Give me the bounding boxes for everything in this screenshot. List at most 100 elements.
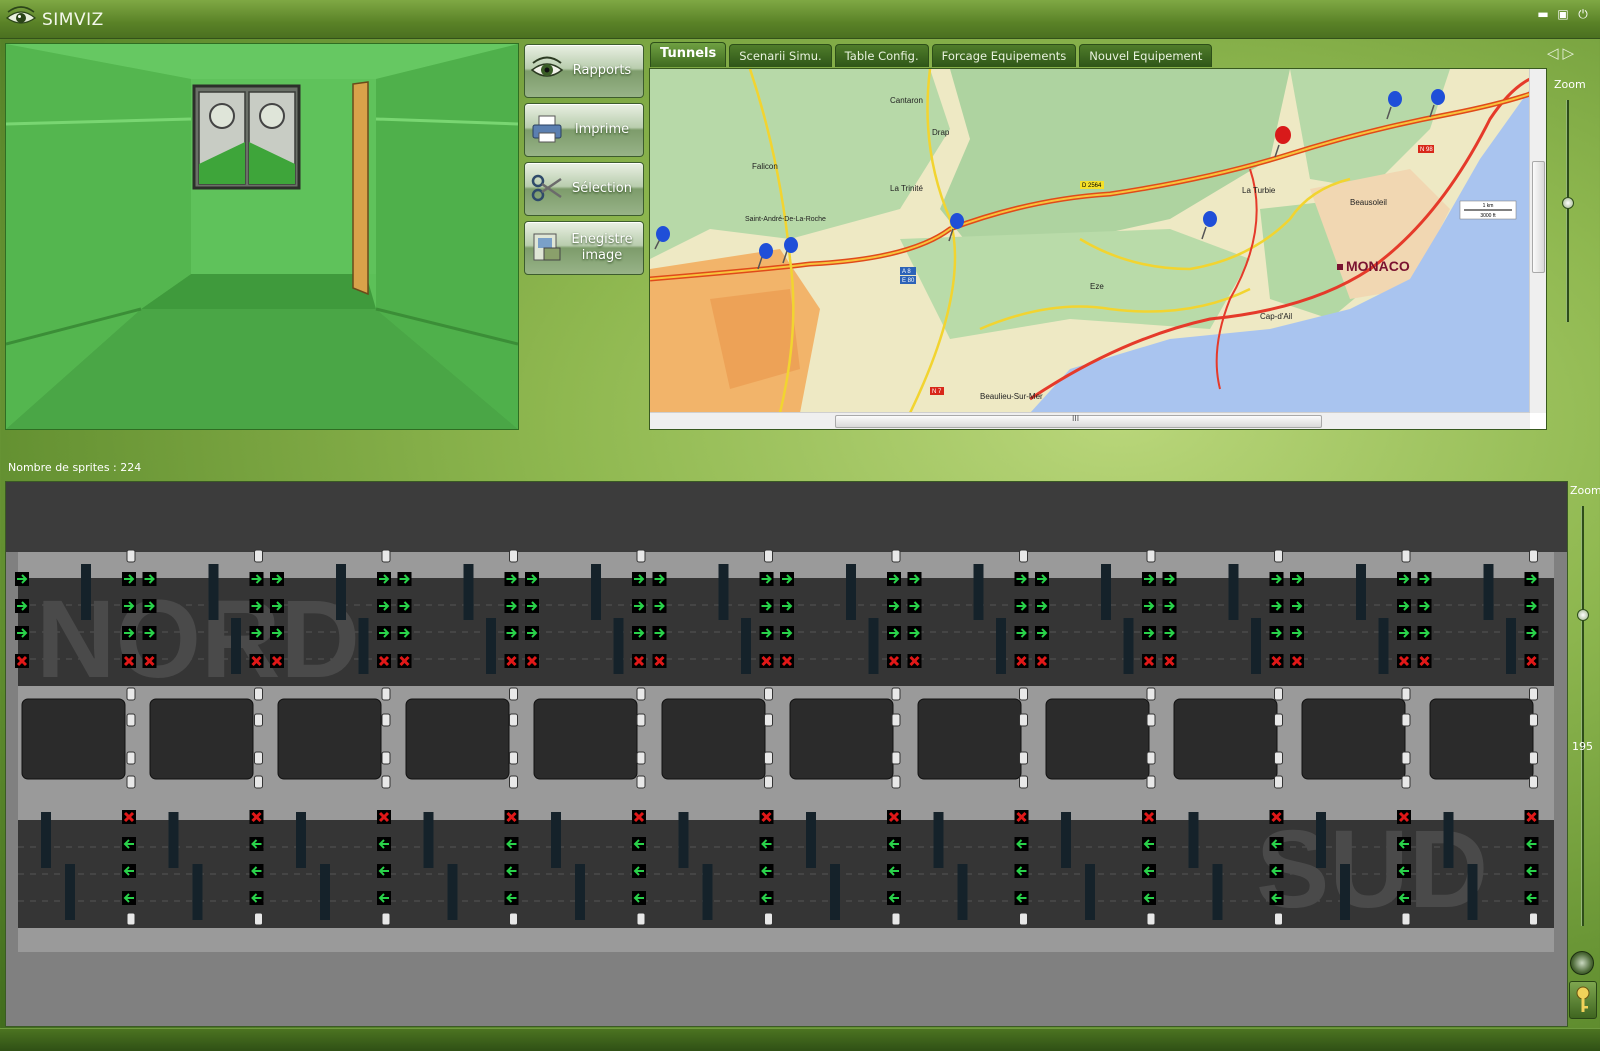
lane-open-right-signal-icon[interactable] xyxy=(759,599,774,613)
lane-open-left-signal-icon[interactable] xyxy=(1142,864,1156,878)
tab-next-icon[interactable]: ▷ xyxy=(1563,44,1579,62)
lane-open-right-signal-icon[interactable] xyxy=(525,572,539,586)
camera-sensor-icon[interactable] xyxy=(891,751,901,765)
lane-open-right-signal-icon[interactable] xyxy=(1014,626,1029,640)
lane-closed-signal-icon[interactable] xyxy=(270,654,284,668)
lane-open-right-signal-icon[interactable] xyxy=(632,626,646,640)
lane-open-left-signal-icon[interactable] xyxy=(122,837,136,851)
camera-sensor-icon[interactable] xyxy=(1274,751,1283,765)
camera-sensor-icon[interactable] xyxy=(764,687,773,701)
camera-sensor-icon[interactable] xyxy=(381,751,391,765)
camera-sensor-icon[interactable] xyxy=(126,912,136,926)
ventilation-post-icon[interactable] xyxy=(65,864,75,920)
lane-open-left-signal-icon[interactable] xyxy=(887,891,901,905)
tunnel-zoom-knob[interactable] xyxy=(1577,609,1589,621)
lane-open-right-signal-icon[interactable] xyxy=(504,626,519,640)
lane-open-left-signal-icon[interactable] xyxy=(759,837,774,851)
lane-open-left-signal-icon[interactable] xyxy=(1142,837,1156,851)
ventilation-post-icon[interactable] xyxy=(336,564,346,620)
map-vertical-scrollbar[interactable] xyxy=(1529,69,1546,413)
camera-sensor-icon[interactable] xyxy=(1146,687,1156,701)
camera-sensor-icon[interactable] xyxy=(1274,912,1283,926)
ventilation-post-icon[interactable] xyxy=(575,864,585,920)
camera-sensor-icon[interactable] xyxy=(1401,549,1411,563)
camera-sensor-icon[interactable] xyxy=(1019,751,1028,765)
lane-open-right-signal-icon[interactable] xyxy=(1290,599,1304,613)
ventilation-post-icon[interactable] xyxy=(702,864,713,920)
lane-closed-signal-icon[interactable] xyxy=(632,810,646,824)
ventilation-post-icon[interactable] xyxy=(423,812,434,868)
lane-open-left-signal-icon[interactable] xyxy=(1524,891,1539,905)
map-zoom-knob[interactable] xyxy=(1562,197,1574,209)
lane-open-left-signal-icon[interactable] xyxy=(1397,837,1411,851)
technical-room-block[interactable] xyxy=(149,698,254,780)
lane-open-right-signal-icon[interactable] xyxy=(397,572,412,586)
ventilation-post-icon[interactable] xyxy=(1228,564,1239,620)
lane-closed-signal-icon[interactable] xyxy=(15,654,29,668)
lane-open-right-signal-icon[interactable] xyxy=(270,572,284,586)
lane-open-right-signal-icon[interactable] xyxy=(15,572,29,586)
lane-closed-signal-icon[interactable] xyxy=(249,810,264,824)
lane-open-left-signal-icon[interactable] xyxy=(632,891,646,905)
lane-open-right-signal-icon[interactable] xyxy=(142,626,157,640)
lane-open-right-signal-icon[interactable] xyxy=(887,572,901,586)
lane-closed-signal-icon[interactable] xyxy=(249,654,264,668)
lane-open-right-signal-icon[interactable] xyxy=(759,572,774,586)
lane-open-left-signal-icon[interactable] xyxy=(122,864,136,878)
camera-sensor-icon[interactable] xyxy=(1019,687,1028,701)
lane-open-left-signal-icon[interactable] xyxy=(1269,864,1284,878)
lane-open-right-signal-icon[interactable] xyxy=(1142,572,1156,586)
ventilation-post-icon[interactable] xyxy=(741,618,751,674)
ventilation-post-icon[interactable] xyxy=(1378,618,1389,674)
technical-room-block[interactable] xyxy=(1173,698,1278,780)
lane-open-right-signal-icon[interactable] xyxy=(397,626,412,640)
lane-open-right-signal-icon[interactable] xyxy=(142,599,157,613)
lane-open-right-signal-icon[interactable] xyxy=(1014,599,1029,613)
camera-sensor-icon[interactable] xyxy=(381,912,391,926)
camera-sensor-icon[interactable] xyxy=(636,713,646,727)
camera-sensor-icon[interactable] xyxy=(636,549,646,563)
tab-nouvel-equipement[interactable]: Nouvel Equipement xyxy=(1079,44,1213,67)
tab-tunnels[interactable]: Tunnels xyxy=(650,42,727,67)
ventilation-post-icon[interactable] xyxy=(806,812,816,868)
ventilation-post-icon[interactable] xyxy=(1506,618,1516,674)
ventilation-post-icon[interactable] xyxy=(1340,864,1350,920)
enregistre-image-button[interactable]: Enegistre image xyxy=(524,221,644,275)
ventilation-post-icon[interactable] xyxy=(447,864,458,920)
camera-sensor-icon[interactable] xyxy=(1019,713,1028,727)
tunnel-schematic[interactable]: NORD SUD xyxy=(5,481,1568,1027)
camera-sensor-icon[interactable] xyxy=(764,912,773,926)
lane-open-right-signal-icon[interactable] xyxy=(1142,626,1156,640)
lane-closed-signal-icon[interactable] xyxy=(122,810,136,824)
camera-sensor-icon[interactable] xyxy=(636,751,646,765)
ventilation-post-icon[interactable] xyxy=(1316,812,1326,868)
camera-sensor-icon[interactable] xyxy=(126,549,136,563)
lane-open-right-signal-icon[interactable] xyxy=(1014,572,1029,586)
ventilation-post-icon[interactable] xyxy=(81,564,91,620)
lane-open-right-signal-icon[interactable] xyxy=(887,626,901,640)
lane-open-right-signal-icon[interactable] xyxy=(504,572,519,586)
technical-room-block[interactable] xyxy=(1045,698,1150,780)
lane-open-right-signal-icon[interactable] xyxy=(907,599,922,613)
lane-open-right-signal-icon[interactable] xyxy=(652,626,667,640)
ventilation-post-icon[interactable] xyxy=(996,618,1006,674)
tab-forcage-equipements[interactable]: Forcage Equipements xyxy=(931,44,1077,67)
lane-open-left-signal-icon[interactable] xyxy=(249,891,264,905)
ventilation-post-icon[interactable] xyxy=(1467,864,1478,920)
lane-closed-signal-icon[interactable] xyxy=(377,810,391,824)
camera-sensor-icon[interactable] xyxy=(1019,775,1028,789)
lane-closed-signal-icon[interactable] xyxy=(1269,810,1284,824)
lane-open-left-signal-icon[interactable] xyxy=(377,837,391,851)
lane-closed-signal-icon[interactable] xyxy=(907,654,922,668)
lane-open-right-signal-icon[interactable] xyxy=(1269,599,1284,613)
ventilation-post-icon[interactable] xyxy=(718,564,729,620)
map-zoom-slider[interactable] xyxy=(1566,100,1569,322)
lane-open-right-signal-icon[interactable] xyxy=(122,626,136,640)
camera-sensor-icon[interactable] xyxy=(1529,687,1538,701)
ventilation-post-icon[interactable] xyxy=(1101,564,1111,620)
lane-open-right-signal-icon[interactable] xyxy=(887,599,901,613)
lane-open-right-signal-icon[interactable] xyxy=(1035,626,1049,640)
lane-open-right-signal-icon[interactable] xyxy=(632,572,646,586)
lane-open-right-signal-icon[interactable] xyxy=(1524,626,1539,640)
lane-open-left-signal-icon[interactable] xyxy=(759,891,774,905)
